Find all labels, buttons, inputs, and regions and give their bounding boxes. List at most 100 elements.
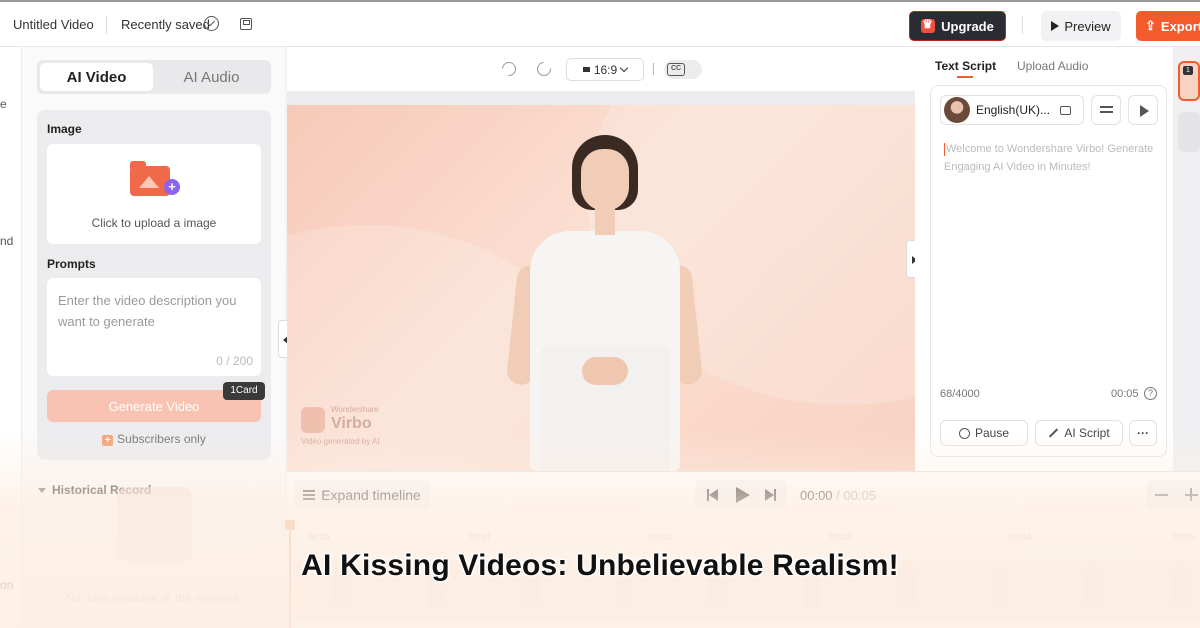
divider: [106, 16, 107, 34]
headline-caption: AI Kissing Videos: Unbelievable Realism!: [301, 549, 899, 582]
nav-label-fragment[interactable]: nd: [0, 234, 13, 248]
image-folder-icon: [130, 161, 170, 196]
canvas-area: 16:9 CC Wondershare Virbo Video generate…: [287, 47, 915, 471]
watermark-name: Virbo: [331, 415, 372, 432]
watermark-brand: Wondershare: [331, 405, 379, 414]
pause-label: Pause: [974, 426, 1010, 440]
export-button[interactable]: ⇪ Export: [1136, 11, 1200, 41]
undo-icon[interactable]: [499, 59, 519, 79]
play-icon[interactable]: [736, 487, 750, 503]
zoom-out-icon[interactable]: [1155, 494, 1168, 496]
left-nav-strip: e nd on: [0, 47, 22, 628]
script-editor: English(UK)... Welcome to Wondershare Vi…: [930, 85, 1167, 457]
tab-text-script[interactable]: Text Script: [935, 59, 996, 78]
skip-forward-icon[interactable]: [765, 489, 776, 501]
ruler-tick: 00:03: [829, 532, 852, 542]
magic-wand-icon: [1049, 428, 1059, 438]
save-icon[interactable]: [240, 18, 252, 30]
save-status: Recently saved: [121, 17, 210, 32]
zoom-in-icon[interactable]: [1185, 488, 1198, 501]
subscribers-text: Subscribers only: [117, 432, 206, 446]
script-text: Welcome to Wondershare Virbo! Generate E…: [944, 143, 1154, 173]
script-char-count: 68/4000: [940, 388, 980, 400]
timeline-zoom: [1147, 480, 1200, 510]
clock-icon: [958, 427, 970, 439]
preview-button[interactable]: Preview: [1041, 11, 1121, 41]
ai-avatar: [505, 135, 704, 471]
text-caret: [944, 142, 945, 156]
generation-form: Image + Click to upload a image Prompts …: [37, 110, 271, 460]
prompt-input[interactable]: Enter the video description you want to …: [47, 278, 261, 376]
voice-avatar: [944, 97, 970, 123]
expand-timeline-label: Expand timeline: [321, 487, 421, 503]
pause-button[interactable]: Pause: [940, 420, 1028, 446]
avatar-neck: [595, 207, 615, 235]
upgrade-label: Upgrade: [941, 18, 994, 34]
avatar-face: [581, 149, 629, 211]
canvas-toolbar: 16:9 CC: [287, 47, 915, 91]
voice-name: English(UK)...: [976, 103, 1051, 117]
script-textarea[interactable]: Welcome to Wondershare Virbo! Generate E…: [944, 140, 1162, 176]
image-label: Image: [47, 122, 82, 136]
plus-icon: +: [164, 179, 180, 195]
plus-icon: +: [102, 435, 114, 446]
expand-timeline-button[interactable]: Expand timeline: [294, 480, 430, 510]
export-icon: ⇪: [1145, 18, 1156, 33]
check-circle-icon: [204, 16, 219, 31]
play-icon: [1051, 21, 1060, 31]
subscribers-note: + Subscribers only: [37, 432, 271, 446]
scene-number: 1: [1183, 66, 1193, 75]
virbo-watermark: Wondershare Virbo Video generated by AI: [301, 405, 421, 451]
chevron-down-icon: [619, 63, 629, 73]
divider: [1022, 16, 1023, 34]
crown-icon: [921, 17, 936, 33]
scene-thumbnail-active[interactable]: 1: [1178, 61, 1200, 101]
voice-play-button[interactable]: [1128, 95, 1158, 125]
prompt-char-count: 0 / 200: [216, 354, 253, 368]
ai-script-label: AI Script: [1064, 426, 1110, 440]
current-time: 00:00: [800, 488, 833, 503]
redo-icon[interactable]: [534, 59, 554, 79]
script-panel: Text Script Upload Audio English(UK)... …: [915, 47, 1173, 471]
scene-thumbnail[interactable]: [1178, 112, 1200, 152]
video-preview-stage[interactable]: Wondershare Virbo Video generated by AI: [287, 105, 915, 471]
voice-selector[interactable]: English(UK)...: [940, 95, 1084, 125]
virbo-logo-icon: [301, 407, 325, 433]
nav-label-fragment[interactable]: e: [0, 97, 7, 111]
ruler-tick: 00:04: [1009, 532, 1032, 542]
credit-badge: 1Card: [223, 382, 265, 400]
voice-settings-button[interactable]: [1091, 95, 1121, 125]
swap-icon: [1060, 105, 1072, 115]
export-label: Export: [1160, 18, 1200, 34]
skip-back-icon[interactable]: [707, 489, 718, 501]
script-duration: 00:05: [1111, 388, 1139, 400]
image-upload-area[interactable]: + Click to upload a image: [47, 144, 261, 244]
menu-lines-icon: [303, 494, 316, 496]
no-data-text: No data available at the moment.: [65, 591, 242, 605]
watermark-subtitle: Video generated by AI: [301, 437, 380, 446]
tab-upload-audio[interactable]: Upload Audio: [1017, 59, 1088, 73]
more-options-button[interactable]: ···: [1129, 420, 1157, 446]
prompts-label: Prompts: [47, 257, 96, 271]
avatar-hands: [582, 357, 628, 385]
ruler-tick: 00:05: [1173, 532, 1196, 542]
tab-ai-audio[interactable]: AI Audio: [155, 63, 268, 91]
mode-tabs: AI Video AI Audio: [37, 60, 271, 94]
ruler-tick: 00:00: [307, 532, 330, 542]
top-bar: Untitled Video Recently saved Upgrade Pr…: [0, 0, 1200, 47]
preview-label: Preview: [1064, 18, 1111, 34]
aspect-ratio-value: 16:9: [593, 62, 618, 77]
captions-toggle[interactable]: CC: [664, 60, 702, 79]
project-title[interactable]: Untitled Video: [13, 17, 94, 32]
ai-script-button[interactable]: AI Script: [1035, 420, 1123, 446]
aspect-ratio-select[interactable]: 16:9: [566, 58, 644, 81]
help-icon[interactable]: ?: [1144, 387, 1157, 400]
tab-ai-video[interactable]: AI Video: [40, 63, 153, 91]
divider: [653, 63, 654, 75]
caret-down-icon: [38, 488, 46, 494]
timeline-ruler[interactable]: 00:00 00:01 00:02 00:03 00:04 00:05: [293, 524, 1196, 544]
ruler-tick: 00:02: [649, 532, 672, 542]
upgrade-button[interactable]: Upgrade: [909, 11, 1006, 41]
upload-hint: Click to upload a image: [91, 216, 217, 230]
cc-icon: CC: [667, 63, 685, 76]
